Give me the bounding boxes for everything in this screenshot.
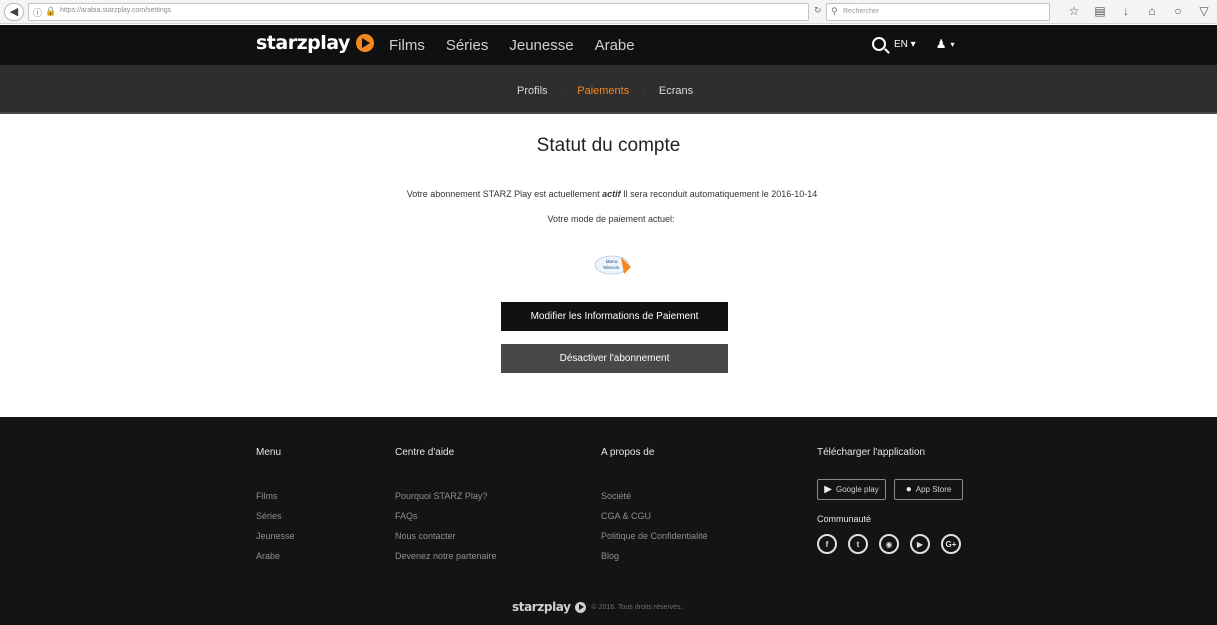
footer-logo-text: starzplay [512,600,571,614]
instagram-icon[interactable]: ◉ [879,534,899,554]
store-buttons: ▶ Google play ● App Store [817,479,963,500]
download-icon[interactable]: ↓ [1120,3,1132,19]
footer-link-partner[interactable]: Devenez notre partenaire [395,546,497,566]
footer-link-why[interactable]: Pourquoi STARZ Play? [395,486,497,506]
google-play-button[interactable]: ▶ Google play [817,479,886,500]
footer-about-column: A propos de Société CGA & CGU Politique … [601,447,708,566]
subnav-separator: · [560,85,565,97]
provider-logo-line2: Telecom [603,265,620,270]
apple-icon: ● [905,484,912,495]
user-icon[interactable]: ♟ [936,37,947,51]
footer-help-title: Centre d'aide [395,447,455,458]
bookmarks-list-icon[interactable]: ▤ [1094,3,1106,19]
home-icon[interactable]: ⌂ [1146,3,1158,19]
provider-logo-line1: Maroc [606,259,619,264]
status-prefix: Votre abonnement STARZ Play est actuelle… [406,189,600,199]
nav-jeunesse[interactable]: Jeunesse [509,37,573,54]
twitter-icon[interactable]: t [848,534,868,554]
community-title: Communauté [817,514,872,524]
footer-link-arabe[interactable]: Arabe [256,546,295,566]
starzplay-logo[interactable]: starzplay [256,32,374,54]
page-title: Statut du compte [536,135,681,156]
footer-about-title: A propos de [601,447,655,458]
browser-toolbar-icons: ☆ ▤ ↓ ⌂ ○ ▽ ≡ [1068,3,1217,19]
tab-paiements[interactable]: Paiements [577,85,629,97]
nav-films[interactable]: Films [389,37,425,54]
chevron-down-icon[interactable]: ▾ [950,40,954,49]
search-icon: ⚲ [831,6,838,16]
site-header: starzplay Films Séries Jeunesse Arabe EN… [0,25,1217,65]
url-text[interactable]: https://arabia.starzplay.com/settings [60,7,171,14]
copyright-text: © 2016. Tous droits réservés. [591,603,683,611]
nav-arabe[interactable]: Arabe [595,37,635,54]
footer-link-jeunesse[interactable]: Jeunesse [256,526,295,546]
chat-icon[interactable]: ○ [1172,3,1184,19]
modify-payment-button[interactable]: Modifier les Informations de Paiement [501,302,728,331]
maroc-telecom-logo: Maroc Telecom [594,255,631,275]
status-suffix: Il sera reconduit automatiquement le 201… [623,189,818,199]
play-icon [355,34,374,52]
footer-bottom: starzplay © 2016. Tous droits réservés. [512,600,683,614]
site-footer: Menu Films Séries Jeunesse Arabe Centre … [0,417,1217,625]
footer-link-societe[interactable]: Société [601,486,708,506]
footer-menu-title: Menu [256,447,282,458]
url-bar[interactable]: ⓘ 🔒 https://arabia.starzplay.com/setting… [28,3,809,21]
deactivate-subscription-button[interactable]: Désactiver l'abonnement [501,344,728,373]
footer-link-films[interactable]: Films [256,486,295,506]
info-icon[interactable]: ⓘ [33,6,42,19]
reload-icon[interactable]: ↻ [814,5,822,16]
browser-toolbar: ◀ ⓘ 🔒 https://arabia.starzplay.com/setti… [0,0,1217,24]
search-icon[interactable] [872,37,886,51]
lock-icon[interactable]: 🔒 [45,6,56,17]
subscription-status-text: Votre abonnement STARZ Play est actuelle… [0,189,1217,199]
browser-search-placeholder: Rechercher [843,8,880,15]
tab-profils[interactable]: Profils [517,85,548,97]
google-play-label: Google play [836,485,879,494]
footer-app-title: Télécharger l'application [817,447,926,458]
footer-app-column: Télécharger l'application ▶ Google play … [817,447,963,554]
nav-series[interactable]: Séries [446,37,489,54]
back-icon[interactable]: ◀ [4,3,24,21]
footer-help-column: Centre d'aide Pourquoi STARZ Play? FAQs … [395,447,497,566]
payment-method-label: Votre mode de paiement actuel: [547,214,675,224]
footer-link-contact[interactable]: Nous contacter [395,526,497,546]
pocket-icon[interactable]: ▽ [1198,3,1210,19]
footer-link-privacy[interactable]: Politique de Confidentialité [601,526,708,546]
facebook-icon[interactable]: f [817,534,837,554]
language-label: EN [894,38,908,50]
header-actions: EN ▾ ♟ ▾ [872,37,955,51]
footer-link-cga[interactable]: CGA & CGU [601,506,708,526]
google-plus-icon[interactable]: G+ [941,534,961,554]
footer-link-faqs[interactable]: FAQs [395,506,497,526]
language-selector[interactable]: EN ▾ [894,39,916,50]
social-links: f t ◉ ▶ G+ [817,534,963,554]
footer-menu-column: Menu Films Séries Jeunesse Arabe [256,447,295,566]
google-play-icon: ▶ [824,484,832,495]
main-nav: Films Séries Jeunesse Arabe [389,37,656,54]
bookmark-star-icon[interactable]: ☆ [1068,3,1080,19]
footer-play-icon [574,601,586,613]
app-store-label: App Store [915,485,952,494]
app-store-button[interactable]: ● App Store [894,479,963,500]
settings-subnav: Profils · Paiements · Ecrans [0,65,1217,114]
tab-ecrans[interactable]: Ecrans [659,85,693,97]
footer-link-blog[interactable]: Blog [601,546,708,566]
youtube-icon[interactable]: ▶ [910,534,930,554]
subnav-separator: · [642,85,646,97]
browser-search-field[interactable]: ⚲ Rechercher [826,3,1050,21]
status-value: actif [602,189,621,199]
logo-text: starzplay [256,32,350,54]
footer-link-series[interactable]: Séries [256,506,295,526]
